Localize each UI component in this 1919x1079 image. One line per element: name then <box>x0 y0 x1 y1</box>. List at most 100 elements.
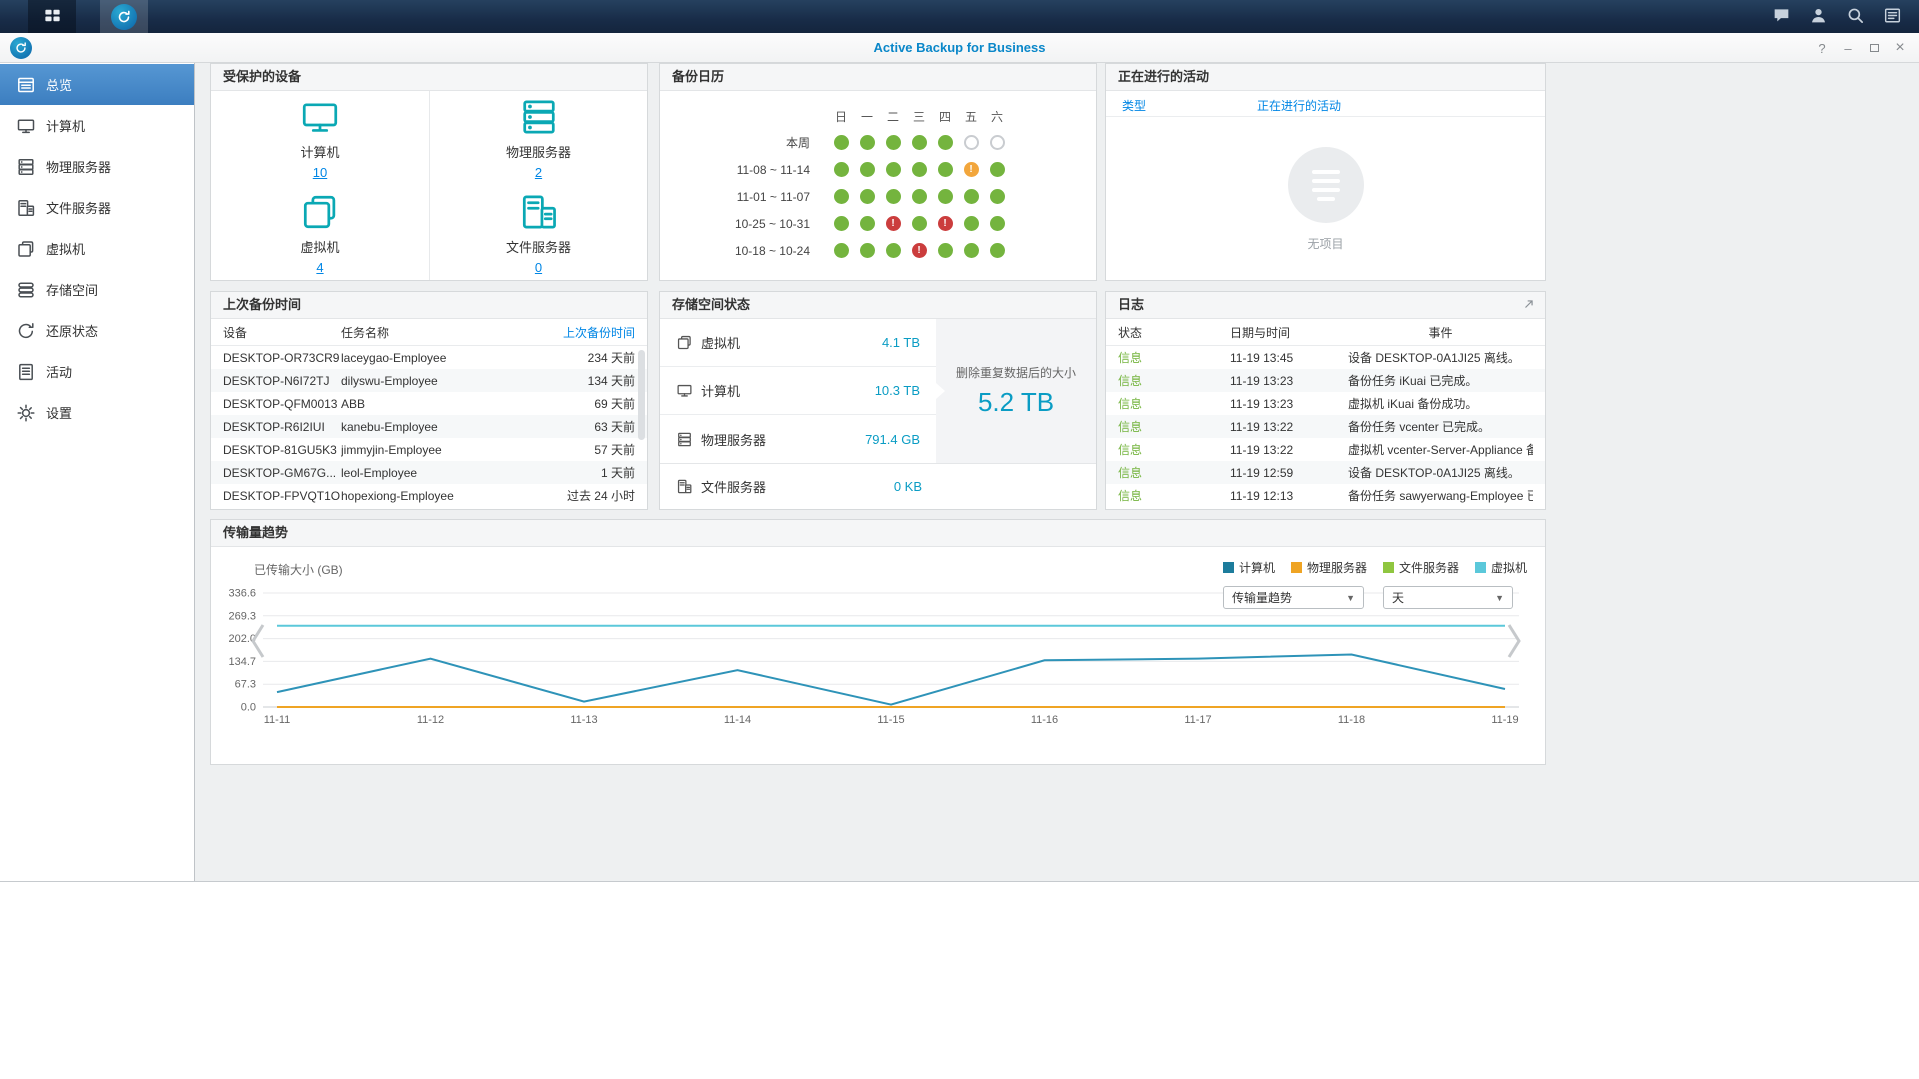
last-backup-row[interactable]: DESKTOP-GM67G...leol-Employee1 天前 <box>211 461 647 484</box>
last-backup-row[interactable]: DESKTOP-FPVQT1Ohopexiong-Employee过去 24 小… <box>211 484 647 507</box>
close-button[interactable]: × <box>1891 39 1909 57</box>
dropdown-value: 天 <box>1392 589 1404 606</box>
backup-status-dot-ok[interactable] <box>860 243 875 258</box>
minimize-button[interactable]: – <box>1839 39 1857 57</box>
logs-table-body: 信息11-19 13:45设备 DESKTOP-0A1JI25 离线。信息11-… <box>1106 346 1545 507</box>
column-type[interactable]: 类型 <box>1122 97 1146 114</box>
backup-status-dot-ok[interactable] <box>964 243 979 258</box>
backup-status-dot-ok[interactable] <box>886 162 901 177</box>
backup-status-dot-ok[interactable] <box>938 162 953 177</box>
log-row[interactable]: 信息11-19 13:23虚拟机 iKuai 备份成功。 <box>1106 392 1545 415</box>
sidebar-item-physical-server[interactable]: 物理服务器 <box>0 146 194 187</box>
column-task-name[interactable]: 任务名称 <box>341 324 523 341</box>
column-device[interactable]: 设备 <box>223 324 341 341</box>
sidebar-item-settings[interactable]: 设置 <box>0 392 194 433</box>
window-titlebar[interactable]: Active Backup for Business ? – × <box>0 33 1919 63</box>
backup-status-dot-ok[interactable] <box>938 189 953 204</box>
backup-status-dot-ok[interactable] <box>938 135 953 150</box>
backup-status-dot-ok[interactable] <box>938 243 953 258</box>
device-count-link[interactable]: 4 <box>316 260 323 275</box>
backup-status-dot-ok[interactable] <box>860 189 875 204</box>
log-row[interactable]: 信息11-19 13:22备份任务 vcenter 已完成。 <box>1106 415 1545 438</box>
last-backup-row[interactable]: DESKTOP-OR73CR9laceygao-Employee234 天前 <box>211 346 647 369</box>
log-row[interactable]: 信息11-19 13:45设备 DESKTOP-0A1JI25 离线。 <box>1106 346 1545 369</box>
open-log-center-button[interactable] <box>1521 297 1537 313</box>
card-storage-status: 存储空间状态 虚拟机4.1 TB计算机10.3 TB物理服务器791.4 GB … <box>659 291 1097 510</box>
sidebar-item-activity[interactable]: 活动 <box>0 351 194 392</box>
log-row[interactable]: 信息11-19 13:22虚拟机 vcenter-Server-Applianc… <box>1106 438 1545 461</box>
backup-status-dot-ok[interactable] <box>886 189 901 204</box>
help-button[interactable]: ? <box>1813 39 1831 57</box>
log-row[interactable]: 信息11-19 12:13备份任务 sawyerwang-Employee 已完… <box>1106 484 1545 507</box>
backup-status-dot-ok[interactable] <box>834 162 849 177</box>
chart-scroll-right-button[interactable] <box>1505 623 1523 661</box>
sidebar-item-computer[interactable]: 计算机 <box>0 105 194 146</box>
backup-status-dot-err[interactable]: ! <box>938 216 953 231</box>
active-backup-window: Active Backup for Business ? – × 总览计算机物理… <box>0 33 1919 882</box>
maximize-button[interactable] <box>1865 39 1883 57</box>
backup-status-dot-ok[interactable] <box>912 216 927 231</box>
y-axis-label: 已传输大小 (GB) <box>254 561 343 578</box>
backup-status-dot-ok[interactable] <box>990 243 1005 258</box>
backup-status-dot-err[interactable]: ! <box>886 216 901 231</box>
sidebar-item-storage[interactable]: 存储空间 <box>0 269 194 310</box>
backup-status-dot-ok[interactable] <box>860 162 875 177</box>
device-count-link[interactable]: 2 <box>535 165 542 180</box>
backup-status-dot-ok[interactable] <box>912 162 927 177</box>
search-icon <box>1846 6 1865 28</box>
column-ongoing-activity[interactable]: 正在进行的活动 <box>1257 97 1341 114</box>
virtual-machine-icon <box>676 334 693 351</box>
backup-status-dot-warn[interactable]: ! <box>964 162 979 177</box>
log-row[interactable]: 信息11-19 12:59设备 DESKTOP-0A1JI25 离线。 <box>1106 461 1545 484</box>
device-count-link[interactable]: 0 <box>535 260 542 275</box>
last-backup-row[interactable]: DESKTOP-QFM0013ABB69 天前 <box>211 392 647 415</box>
main-menu-button[interactable] <box>28 0 76 33</box>
table-scrollbar[interactable] <box>638 350 645 440</box>
backup-status-dot-ok[interactable] <box>834 243 849 258</box>
device-count-link[interactable]: 10 <box>313 165 327 180</box>
backup-status-dot-ok[interactable] <box>912 189 927 204</box>
column-datetime[interactable]: 日期与时间 <box>1230 324 1348 341</box>
chart-scroll-left-button[interactable] <box>249 623 267 661</box>
widgets-button[interactable] <box>1874 0 1911 33</box>
backup-status-dot-ok[interactable] <box>990 162 1005 177</box>
backup-status-dot-ok[interactable] <box>964 216 979 231</box>
column-event[interactable]: 事件 <box>1348 324 1533 341</box>
interval-dropdown[interactable]: 天 ▼ <box>1383 586 1513 609</box>
sidebar-item-overview[interactable]: 总览 <box>0 64 194 105</box>
sidebar-item-file-server[interactable]: 文件服务器 <box>0 187 194 228</box>
backup-status-dot-ok[interactable] <box>860 135 875 150</box>
column-last-backup-time[interactable]: 上次备份时间 <box>523 324 635 341</box>
backup-status-dot-err[interactable]: ! <box>912 243 927 258</box>
log-row[interactable]: 信息11-19 13:23备份任务 iKuai 已完成。 <box>1106 369 1545 392</box>
legend-swatch <box>1291 562 1302 573</box>
backup-status-dot-ok[interactable] <box>834 135 849 150</box>
column-status[interactable]: 状态 <box>1118 324 1230 341</box>
storage-row-file-server: 文件服务器0 KB <box>660 464 938 508</box>
last-backup-row[interactable]: DESKTOP-R6I2IUIkanebu-Employee63 天前 <box>211 415 647 438</box>
last-backup-row[interactable]: DESKTOP-N6I72TJdilyswu-Employee134 天前 <box>211 369 647 392</box>
log-status: 信息 <box>1118 349 1230 366</box>
sidebar-item-virtual-machine[interactable]: 虚拟机 <box>0 228 194 269</box>
backup-status-dot-ok[interactable] <box>912 135 927 150</box>
trend-type-dropdown[interactable]: 传输量趋势 ▼ <box>1223 586 1364 609</box>
backup-status-dot-ok[interactable] <box>834 216 849 231</box>
sidebar-item-restore[interactable]: 还原状态 <box>0 310 194 351</box>
backup-status-dot-ok[interactable] <box>834 189 849 204</box>
backup-status-dot-ok[interactable] <box>990 216 1005 231</box>
file-server-icon <box>676 478 693 495</box>
backup-status-dot-ok[interactable] <box>886 135 901 150</box>
backup-status-dot-ok[interactable] <box>964 189 979 204</box>
log-datetime: 11-19 13:23 <box>1230 397 1348 411</box>
notifications-chat-button[interactable] <box>1763 0 1800 33</box>
user-options-button[interactable] <box>1800 0 1837 33</box>
last-backup-row[interactable]: DESKTOP-81GU5K3jimmyjin-Employee57 天前 <box>211 438 647 461</box>
backup-status-dot-empty[interactable] <box>990 135 1005 150</box>
backup-status-dot-empty[interactable] <box>964 135 979 150</box>
transfer-trend-body: 已传输大小 (GB) 计算机物理服务器文件服务器虚拟机 传输量趋势 ▼ 天 ▼ … <box>211 547 1545 763</box>
taskbar-active-backup-button[interactable] <box>100 0 148 33</box>
backup-status-dot-ok[interactable] <box>860 216 875 231</box>
backup-status-dot-ok[interactable] <box>886 243 901 258</box>
search-button[interactable] <box>1837 0 1874 33</box>
backup-status-dot-ok[interactable] <box>990 189 1005 204</box>
